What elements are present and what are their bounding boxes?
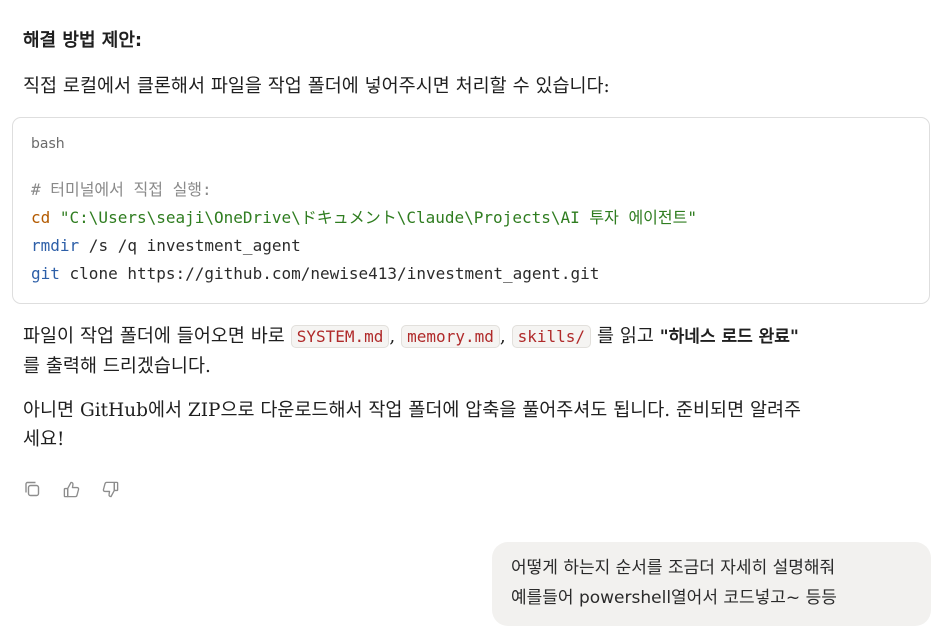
code-block: bash # 터미널에서 직접 실행: cd "C:\Users\seaji\On… [12,117,930,304]
code-rmdir-command: rmdir [31,236,80,255]
code-line-cd: cd "C:\Users\seaji\OneDrive\ドキュメント\Claud… [31,204,697,232]
user-message-bubble: 어떻게 하는지 순서를 조금더 자세히 설명해줘 예를들어 powershell… [492,542,931,626]
code-line-comment: # 터미널에서 직접 실행: [31,176,697,204]
thumbs-down-button[interactable] [100,479,120,499]
user-message-line2: 예를들어 powershell열어서 코드넣고~ 등등 [511,588,837,608]
inline-code-system-md: SYSTEM.md [290,325,390,348]
copy-icon [23,480,41,498]
code-line-rmdir: rmdir /s /q investment_agent [31,232,697,260]
code-content[interactable]: # 터미널에서 직접 실행: cd "C:\Users\seaji\OneDriv… [31,176,697,288]
read-text-middle: 를 읽고 [591,326,660,347]
read-text-before: 파일이 작업 폴더에 들어오면 바로 [23,326,291,347]
read-text-sep1: , [389,326,402,347]
code-cd-command: cd [31,208,51,227]
code-cd-path: "C:\Users\seaji\OneDrive\ドキュメント\Claude\P… [50,208,697,227]
user-message-line1: 어떻게 하는지 순서를 조금더 자세히 설명해줘 [511,558,836,578]
inline-code-skills: skills/ [511,325,592,348]
harness-loaded-text: "하네스 로드 완료" [659,327,799,347]
zip-text-line2: 세요! [23,429,65,450]
code-rmdir-args: /s /q investment_agent [79,236,301,255]
thumbs-up-button[interactable] [61,479,81,499]
message-actions [22,479,120,499]
read-text-after: 를 출력해 드리겠습니다. [23,356,211,377]
inline-code-memory-md: memory.md [401,325,500,348]
code-git-command: git [31,264,60,283]
zip-text-line1: 아니면 GitHub에서 ZIP으로 다운로드해서 작업 폴더에 압축을 풀어주… [23,400,802,421]
read-text-sep2: , [499,326,512,347]
response-heading: 해결 방법 제안: [23,30,143,51]
code-comment: # 터미널에서 직접 실행: [31,180,212,199]
copy-button[interactable] [22,479,42,499]
code-line-git: git clone https://github.com/newise413/i… [31,260,697,288]
code-git-args: clone https://github.com/newise413/inves… [59,264,600,283]
read-files-text: 파일이 작업 폴더에 들어오면 바로 SYSTEM.md, memory.md,… [23,322,799,381]
intro-text: 직접 로컬에서 클론해서 파일을 작업 폴더에 넣어주시면 처리할 수 있습니다… [23,76,610,97]
thumbs-down-icon [101,480,120,499]
zip-alternative-text: 아니면 GitHub에서 ZIP으로 다운로드해서 작업 폴더에 압축을 풀어주… [23,396,801,454]
code-language-label: bash [31,136,65,152]
thumbs-up-icon [62,480,81,499]
